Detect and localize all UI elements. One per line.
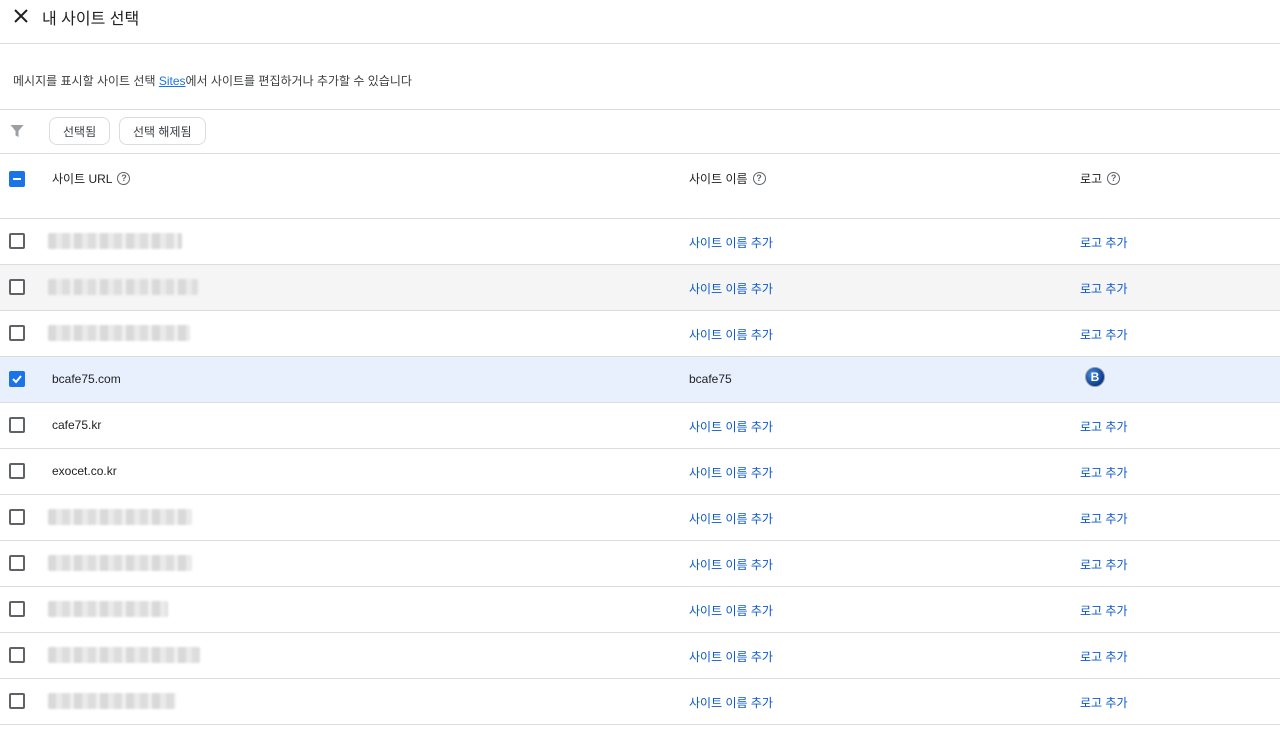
add-site-name-link[interactable]: 사이트 이름 추가	[689, 694, 773, 711]
redacted-site-url	[48, 647, 200, 663]
redacted-site-url	[48, 325, 190, 341]
divider	[0, 153, 1280, 154]
add-logo-link[interactable]: 로고 추가	[1080, 556, 1128, 573]
site-url: exocet.co.kr	[52, 464, 117, 478]
filter-icon[interactable]	[10, 124, 24, 138]
redacted-site-url	[48, 233, 182, 249]
row-checkbox[interactable]	[9, 693, 25, 709]
add-site-name-link[interactable]: 사이트 이름 추가	[689, 326, 773, 343]
row-checkbox[interactable]	[9, 601, 25, 617]
row-checkbox[interactable]	[9, 233, 25, 249]
dialog-title: 내 사이트 선택	[42, 11, 140, 28]
table-row[interactable]: 사이트 이름 추가 로고 추가	[0, 219, 1280, 265]
row-checkbox[interactable]	[9, 417, 25, 433]
add-logo-link[interactable]: 로고 추가	[1080, 464, 1128, 481]
site-url: cafe75.kr	[52, 418, 102, 432]
site-url: bcafe75.com	[52, 372, 121, 386]
help-icon[interactable]: ?	[1107, 172, 1121, 185]
table-row[interactable]: 사이트 이름 추가 로고 추가	[0, 265, 1280, 311]
add-site-name-link[interactable]: 사이트 이름 추가	[689, 464, 773, 481]
close-icon[interactable]	[10, 5, 32, 27]
dialog-header: 내 사이트 선택	[0, 0, 1280, 44]
table-row[interactable]: cafe75.kr 사이트 이름 추가 로고 추가	[0, 403, 1280, 449]
divider	[0, 109, 1280, 110]
table-row[interactable]: 사이트 이름 추가 로고 추가	[0, 587, 1280, 633]
row-checkbox[interactable]	[9, 647, 25, 663]
row-checkbox[interactable]	[9, 371, 25, 387]
table-row[interactable]: exocet.co.kr 사이트 이름 추가 로고 추가	[0, 449, 1280, 495]
site-logo[interactable]: B	[1085, 367, 1105, 387]
add-site-name-link[interactable]: 사이트 이름 추가	[689, 280, 773, 297]
site-table: 사이트 이름 추가 로고 추가 사이트 이름 추가 로고 추가 사이트 이름 추가 로고 …	[0, 219, 1280, 725]
table-row[interactable]: 사이트 이름 추가 로고 추가	[0, 633, 1280, 679]
add-site-name-link[interactable]: 사이트 이름 추가	[689, 510, 773, 527]
add-logo-link[interactable]: 로고 추가	[1080, 694, 1128, 711]
description-text: 메시지를 표시할 사이트 선택 Sites에서 사이트를 편집하거나 추가할 수…	[13, 74, 412, 88]
select-all-checkbox[interactable]	[9, 171, 25, 187]
add-site-name-link[interactable]: 사이트 이름 추가	[689, 418, 773, 435]
table-row[interactable]: 사이트 이름 추가 로고 추가	[0, 679, 1280, 725]
row-checkbox[interactable]	[9, 279, 25, 295]
table-row[interactable]: bcafe75.com bcafe75 B	[0, 357, 1280, 403]
row-checkbox[interactable]	[9, 325, 25, 341]
add-logo-link[interactable]: 로고 추가	[1080, 648, 1128, 665]
sites-link[interactable]: Sites	[159, 74, 186, 88]
add-logo-link[interactable]: 로고 추가	[1080, 234, 1128, 251]
redacted-site-url	[48, 601, 168, 617]
chip-unselected[interactable]: 선택 해제됨	[119, 117, 206, 145]
column-header-url: 사이트 URL?	[52, 170, 131, 187]
redacted-site-url	[48, 509, 192, 525]
table-row[interactable]: 사이트 이름 추가 로고 추가	[0, 495, 1280, 541]
add-site-name-link[interactable]: 사이트 이름 추가	[689, 602, 773, 619]
chip-selected[interactable]: 선택됨	[49, 117, 111, 145]
help-icon[interactable]: ?	[752, 172, 766, 185]
row-checkbox[interactable]	[9, 555, 25, 571]
site-name: bcafe75	[689, 372, 732, 386]
table-row[interactable]: 사이트 이름 추가 로고 추가	[0, 311, 1280, 357]
row-checkbox[interactable]	[9, 509, 25, 525]
table-row[interactable]: 사이트 이름 추가 로고 추가	[0, 541, 1280, 587]
add-logo-link[interactable]: 로고 추가	[1080, 326, 1128, 343]
help-icon[interactable]: ?	[117, 172, 131, 185]
add-logo-link[interactable]: 로고 추가	[1080, 280, 1128, 297]
add-logo-link[interactable]: 로고 추가	[1080, 602, 1128, 619]
redacted-site-url	[48, 279, 198, 295]
column-header-name: 사이트 이름?	[689, 170, 766, 187]
redacted-site-url	[48, 693, 176, 709]
row-checkbox[interactable]	[9, 463, 25, 479]
add-logo-link[interactable]: 로고 추가	[1080, 418, 1128, 435]
redacted-site-url	[48, 555, 192, 571]
add-site-name-link[interactable]: 사이트 이름 추가	[689, 648, 773, 665]
add-site-name-link[interactable]: 사이트 이름 추가	[689, 556, 773, 573]
add-site-name-link[interactable]: 사이트 이름 추가	[689, 234, 773, 251]
add-logo-link[interactable]: 로고 추가	[1080, 510, 1128, 527]
column-header-logo: 로고?	[1080, 170, 1121, 187]
